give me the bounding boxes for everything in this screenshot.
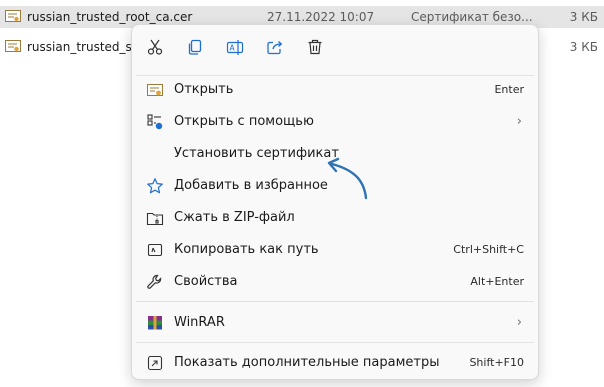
- shortcut-label: Alt+Enter: [470, 275, 524, 288]
- zip-folder-icon: [146, 209, 164, 227]
- wrench-icon: [146, 273, 164, 291]
- file-size: 3 КБ: [569, 40, 598, 54]
- certificate-file-icon: [5, 10, 21, 24]
- menu-item-label: Установить сертификат: [174, 146, 339, 161]
- rename-button[interactable]: A: [223, 35, 247, 59]
- menu-divider: [136, 301, 534, 302]
- menu-item-label: WinRAR: [174, 315, 225, 330]
- chevron-right-icon: ›: [516, 114, 522, 129]
- context-menu-toolbar: A: [132, 25, 538, 69]
- copy-button[interactable]: [183, 35, 207, 59]
- delete-button[interactable]: [303, 35, 327, 59]
- menu-item-open[interactable]: Открыть Enter: [136, 75, 534, 105]
- file-name: russian_trusted_sub: [27, 40, 148, 54]
- copy-icon: [186, 38, 204, 56]
- menu-item-label: Показать дополнительные параметры: [174, 355, 440, 370]
- file-size: 3 КБ: [569, 10, 598, 24]
- menu-divider: [136, 342, 534, 343]
- svg-text:A: A: [230, 44, 236, 53]
- star-icon: [146, 177, 164, 195]
- certificate-file-icon: [5, 40, 21, 54]
- cut-button[interactable]: [143, 35, 167, 59]
- menu-item-open-with[interactable]: Открыть с помощью ›: [136, 107, 534, 137]
- menu-item-label: Добавить в избранное: [174, 178, 328, 193]
- copy-path-icon: [146, 241, 164, 259]
- show-more-options-icon: [146, 354, 164, 372]
- menu-item-properties[interactable]: Свойства Alt+Enter: [136, 267, 534, 297]
- menu-item-label: Копировать как путь: [174, 242, 319, 257]
- menu-item-winrar[interactable]: WinRAR ›: [136, 308, 534, 338]
- menu-item-label: Сжать в ZIP-файл: [174, 210, 295, 225]
- menu-item-label: Открыть с помощью: [174, 114, 314, 129]
- chevron-right-icon: ›: [516, 315, 522, 330]
- open-with-icon: [146, 113, 164, 131]
- cut-icon: [146, 38, 164, 56]
- shortcut-label: Enter: [494, 83, 524, 96]
- menu-item-label: Свойства: [174, 274, 238, 289]
- menu-item-copy-as-path[interactable]: Копировать как путь Ctrl+Shift+C: [136, 235, 534, 265]
- menu-item-label: Открыть: [174, 82, 234, 97]
- menu-item-show-more-options[interactable]: Показать дополнительные параметры Shift+…: [136, 348, 534, 378]
- shortcut-label: Shift+F10: [469, 356, 524, 369]
- winrar-icon: [146, 314, 164, 332]
- shortcut-label: Ctrl+Shift+C: [453, 243, 524, 256]
- certificate-icon: [146, 81, 164, 99]
- annotation-arrow-icon: [327, 157, 368, 200]
- share-icon: [266, 38, 284, 56]
- delete-icon: [306, 38, 324, 56]
- share-button[interactable]: [263, 35, 287, 59]
- rename-icon: A: [226, 38, 244, 56]
